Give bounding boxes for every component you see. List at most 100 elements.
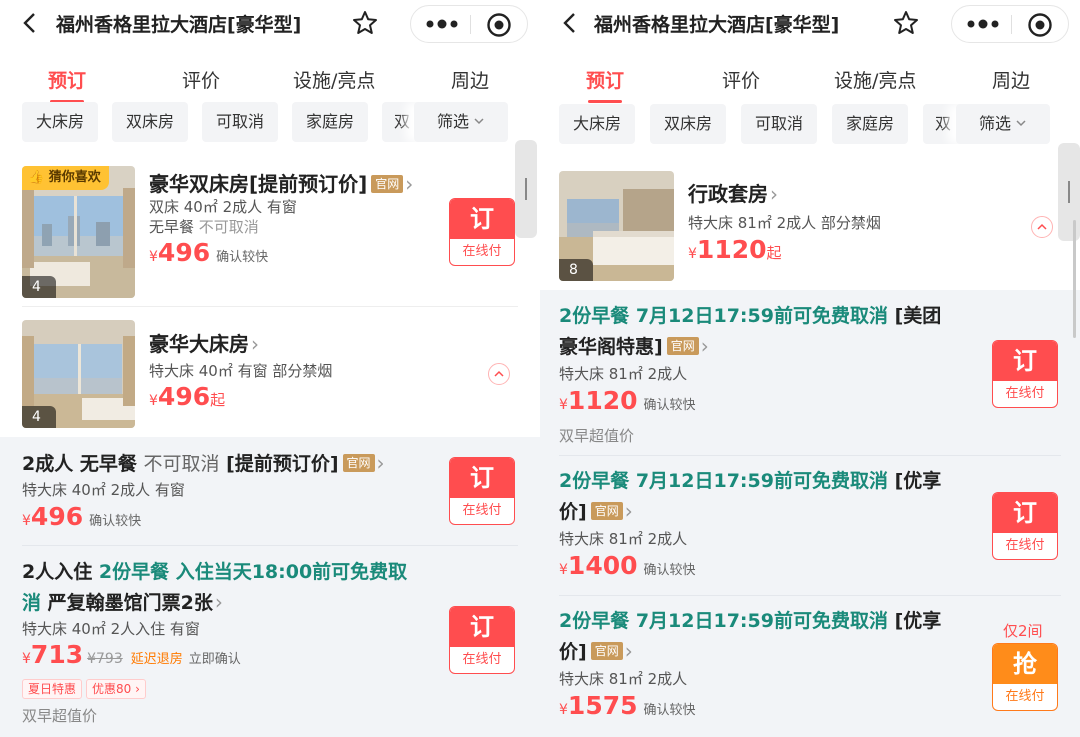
tab-facilities[interactable]: 设施/亮点	[834, 66, 916, 93]
chip-twin-bed[interactable]: 双床房	[650, 104, 726, 144]
offer-title[interactable]: 2人入住 2份早餐 入住当天18:00前可免费取消 严复翰墨馆门票2张 ›	[22, 557, 422, 618]
breakfast-cancel-info: 2份早餐 7月12日17:59前可免费取消	[559, 470, 888, 492]
offer-title[interactable]: 2成人 无早餐 不可取消 [提前预订价] 官网 ›	[22, 448, 432, 479]
currency-symbol: ¥	[559, 397, 568, 413]
book-button[interactable]: 订在线付	[992, 492, 1058, 560]
offer-title[interactable]: 2份早餐 7月12日17:59前可免费取消 [美团豪华阁特惠] 官网 ›	[559, 301, 959, 362]
guess-you-like-label: 猜你喜欢	[48, 170, 101, 185]
back-arrow-icon[interactable]	[22, 12, 36, 34]
chip-cancellable[interactable]: 可取消	[741, 104, 817, 144]
book-label: 订	[450, 199, 514, 239]
currency-symbol: ¥	[559, 702, 568, 718]
chip-family-room[interactable]: 家庭房	[292, 102, 368, 142]
price-row: ¥496 确认较快	[149, 238, 268, 267]
price-row: ¥1120起	[688, 235, 782, 264]
pay-online-label: 在线付	[462, 652, 502, 667]
nav-header: 福州香格里拉大酒店[豪华型]	[540, 0, 1080, 48]
chip-cancellable[interactable]: 可取消	[202, 102, 278, 142]
collapse-button[interactable]	[1031, 216, 1053, 238]
hotel-title: 福州香格里拉大酒店[豪华型]	[594, 14, 840, 36]
guest-count: 2人入住	[22, 561, 93, 583]
tab-facilities[interactable]: 设施/亮点	[293, 66, 375, 93]
offer-specs: 特大床 81㎡ 2成人	[559, 530, 688, 548]
scroll-handle[interactable]	[515, 140, 537, 238]
favorite-star-icon[interactable]	[352, 10, 378, 36]
chevron-down-icon	[474, 118, 484, 125]
chip-king-bed[interactable]: 大床房	[559, 104, 635, 144]
favorite-star-icon[interactable]	[893, 10, 919, 36]
filter-button[interactable]: 筛选	[956, 104, 1050, 144]
more-dots-icon[interactable]	[966, 17, 1000, 31]
section-tabs: 预订 评价 设施/亮点 周边	[540, 58, 1080, 103]
price: 1120	[567, 386, 638, 415]
room-photo[interactable]: 👍 猜你喜欢 4	[22, 166, 135, 298]
price: 496	[30, 502, 84, 531]
price-row: ¥713 ¥793 延迟退房 立即确认	[22, 640, 241, 669]
grab-button[interactable]: 抢在线付	[992, 643, 1058, 711]
tab-reviews[interactable]: 评价	[182, 66, 220, 93]
chevron-up-icon	[1037, 223, 1047, 230]
close-miniprogram-icon[interactable]	[486, 12, 512, 38]
price-row: ¥1400 确认较快	[559, 551, 696, 580]
tab-active-underline	[588, 100, 622, 103]
chip-twin-bed[interactable]: 双床房	[112, 102, 188, 142]
tab-reviews[interactable]: 评价	[722, 66, 760, 93]
filter-label: 筛选	[978, 114, 1011, 133]
breakfast-cancel-info: 2份早餐 7月12日17:59前可免费取消	[559, 610, 888, 632]
price: 1575	[567, 691, 638, 720]
room-title[interactable]: 行政套房 ›	[688, 178, 778, 207]
currency-symbol: ¥	[149, 249, 158, 265]
breakfast-cancel-info: 2份早餐 7月12日17:59前可免费取消	[559, 305, 888, 327]
book-button[interactable]: 订在线付	[449, 606, 515, 674]
room-photo[interactable]: 4	[22, 320, 135, 428]
chip-family-room[interactable]: 家庭房	[832, 104, 908, 144]
room-photo[interactable]: 8	[559, 171, 674, 281]
more-dots-icon[interactable]	[425, 17, 459, 31]
offer-title[interactable]: 2份早餐 7月12日17:59前可免费取消 [优享价] 官网 ›	[559, 466, 959, 527]
pay-online-label: 在线付	[1005, 689, 1045, 704]
back-arrow-icon[interactable]	[562, 12, 576, 34]
room-title[interactable]: 豪华大床房 ›	[149, 328, 259, 357]
book-button[interactable]: 订在线付	[449, 198, 515, 266]
pay-online-label: 在线付	[1005, 538, 1045, 553]
filter-chips: 大床房 双床房 可取消 家庭房 双 筛选	[0, 102, 540, 146]
room-title[interactable]: 豪华双床房[提前预订价] 官网 ›	[149, 168, 413, 197]
price: 496	[157, 238, 211, 267]
close-miniprogram-icon[interactable]	[1027, 12, 1053, 38]
book-label: 订	[450, 458, 514, 498]
offer-specs: 特大床 81㎡ 2成人	[559, 365, 688, 383]
cancel-policy: 不可取消	[143, 453, 220, 475]
miniprogram-capsule	[951, 5, 1069, 43]
room-title-text: 豪华大床房	[149, 332, 249, 356]
chip-king-bed[interactable]: 大床房	[22, 102, 98, 142]
filter-label: 筛选	[436, 112, 469, 131]
scroll-handle[interactable]	[1058, 143, 1080, 241]
tab-booking[interactable]: 预订	[586, 66, 624, 93]
book-button[interactable]: 订在线付	[449, 457, 515, 525]
book-button[interactable]: 订在线付	[992, 340, 1058, 408]
section-tabs: 预订 评价 设施/亮点 周边	[0, 58, 540, 103]
package-extra: 严复翰墨馆门票2张	[47, 592, 213, 614]
chevron-right-icon: ›	[214, 590, 223, 614]
collapse-button[interactable]	[488, 363, 510, 385]
right-screen: 福州香格里拉大酒店[豪华型] 预订 评价 设施/亮点 周边 大床房 双床房 可取…	[540, 0, 1080, 737]
offer-note: 双早超值价	[559, 427, 635, 445]
book-label: 订	[450, 607, 514, 647]
scrollbar[interactable]	[1073, 220, 1076, 338]
left-screen: 福州香格里拉大酒店[豪华型] 预订 评价 设施/亮点 周边 大床房 双床房 可取…	[0, 0, 540, 737]
chevron-right-icon: ›	[624, 639, 633, 663]
filter-button[interactable]: 筛选	[414, 102, 508, 142]
tab-booking[interactable]: 预订	[48, 66, 86, 93]
capsule-divider	[470, 15, 471, 34]
offer-specs: 特大床 40㎡ 2成人 有窗	[22, 481, 185, 499]
tab-nearby[interactable]: 周边	[451, 66, 489, 93]
tab-nearby[interactable]: 周边	[992, 66, 1030, 93]
currency-symbol: ¥	[22, 513, 31, 529]
offer-specs: 特大床 40㎡ 2人入住 有窗	[22, 620, 200, 638]
nav-header: 福州香格里拉大酒店[豪华型]	[0, 0, 540, 48]
promo-tags[interactable]: 夏日特惠 优惠80 ›	[22, 678, 150, 699]
cancel-policy: 不可取消	[198, 218, 259, 236]
price: 1120	[696, 235, 767, 264]
confirm-speed: 确认较快	[643, 703, 696, 718]
offer-title[interactable]: 2份早餐 7月12日17:59前可免费取消 [优享价] 官网 ›	[559, 606, 959, 667]
